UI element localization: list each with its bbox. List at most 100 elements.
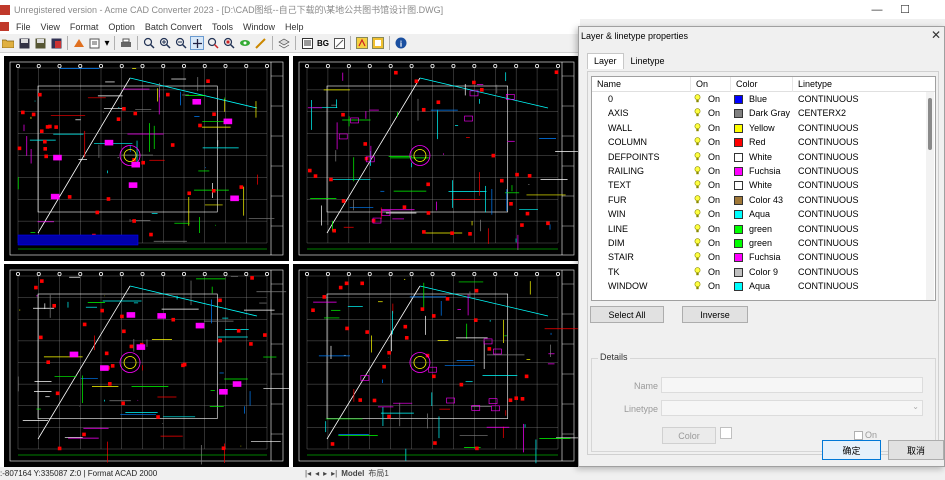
color-swatch[interactable] [734,195,743,205]
table-row[interactable]: STAIR On Fuchsia CONTINUOUS [592,251,927,265]
convert-icon[interactable] [72,36,86,50]
layer-list[interactable]: Name On Color Linetype 0 On Blue CONTINUOUS… [591,76,936,301]
next-tab-icon[interactable]: ▸ [323,469,327,478]
export-icon[interactable] [49,36,63,50]
lightbulb-icon[interactable] [694,281,701,290]
save-icon[interactable] [17,36,31,50]
lightbulb-icon[interactable] [694,195,701,204]
table-row[interactable]: WINDOW On Aqua CONTINUOUS [592,280,927,294]
color-swatch[interactable] [734,109,743,119]
info-icon[interactable]: i [394,36,408,50]
zoom-window-icon[interactable] [206,36,220,50]
on-checkbox[interactable] [854,431,863,440]
table-row[interactable]: LINE On green CONTINUOUS [592,223,927,237]
name-field[interactable] [661,377,923,393]
linetype-select[interactable]: ⌄ [661,400,923,416]
lightbulb-icon[interactable] [694,166,701,175]
lightbulb-icon[interactable] [694,123,701,132]
table-row[interactable]: TK On Color 9 CONTINUOUS [592,266,927,280]
select-all-button[interactable]: Select All [590,306,664,323]
tab-model[interactable]: Model [341,469,364,478]
maximize-icon[interactable]: ☐ [888,0,922,19]
watermark-icon[interactable] [355,36,369,50]
color-swatch[interactable] [734,239,743,248]
viewport-top-left[interactable] [4,56,289,261]
cancel-button[interactable]: 取消 [888,440,944,460]
lightbulb-icon[interactable] [694,180,701,189]
menu-tools[interactable]: Tools [207,22,238,32]
column-header-color[interactable]: Color [736,79,758,89]
zoom-out-icon[interactable] [174,36,188,50]
pen-icon[interactable] [332,36,346,50]
table-row[interactable]: WIN On Aqua CONTINUOUS [592,208,927,222]
menu-window[interactable]: Window [238,22,280,32]
open-folder-icon[interactable] [1,36,15,50]
menu-format[interactable]: Format [65,22,104,32]
color-swatch[interactable] [734,138,743,148]
viewport-top-right[interactable] [293,56,580,261]
color-swatch[interactable] [734,181,743,191]
color-swatch[interactable] [734,210,743,220]
vertical-scrollbar[interactable] [926,92,934,300]
lightbulb-icon[interactable] [694,94,701,103]
zoom-in-icon[interactable] [158,36,172,50]
table-row[interactable]: WALL On Yellow CONTINUOUS [592,122,927,136]
layers-icon[interactable] [277,36,291,50]
table-row[interactable]: COLUMN On Red CONTINUOUS [592,136,927,150]
background-color-icon[interactable]: BG [316,36,330,50]
menu-batch-convert[interactable]: Batch Convert [140,22,207,32]
view-icon[interactable] [238,36,252,50]
scrollbar-thumb[interactable] [928,98,932,150]
lightbulb-icon[interactable] [694,151,701,161]
table-row[interactable]: AXIS On Dark Gray CENTERX2 [592,107,927,121]
inverse-button[interactable]: Inverse [682,306,748,323]
lightbulb-icon[interactable] [694,137,701,146]
color-swatch[interactable] [734,152,743,162]
color-swatch-preview[interactable] [720,427,732,439]
save-all-icon[interactable] [33,36,47,50]
pan-icon[interactable] [190,36,204,50]
prev-tab-icon[interactable]: ◂ [315,469,319,478]
color-swatch[interactable] [734,123,743,133]
menu-view[interactable]: View [36,22,65,32]
zoom-extents-icon[interactable] [222,36,236,50]
viewport-bottom-right[interactable] [293,264,580,467]
table-row[interactable]: RAILING On Fuchsia CONTINUOUS [592,165,927,179]
ok-button[interactable]: 确定 [822,440,881,460]
color-swatch[interactable] [734,253,743,263]
lightbulb-icon[interactable] [694,238,701,247]
color-swatch[interactable] [734,224,743,234]
color-swatch[interactable] [734,267,743,277]
lightbulb-icon[interactable] [694,209,701,218]
color-swatch[interactable] [734,95,743,104]
menu-option[interactable]: Option [103,22,140,32]
table-row[interactable]: DEFPOINTS On White CONTINUOUS [592,151,927,165]
color-swatch[interactable] [734,282,743,292]
lightbulb-icon[interactable] [694,223,701,233]
first-tab-icon[interactable]: |◂ [305,469,311,478]
properties-icon[interactable] [300,36,314,50]
table-row[interactable]: 0 On Blue CONTINUOUS [592,93,927,107]
column-header-linetype[interactable]: Linetype [798,79,832,89]
table-row[interactable]: TEXT On White CONTINUOUS [592,179,927,193]
close-icon[interactable]: ✕ [931,28,941,42]
tab-layer[interactable]: Layer [587,53,624,69]
color-button[interactable]: Color [662,427,716,444]
tab-layout1[interactable]: 布局1 [368,468,388,479]
measure-icon[interactable] [254,36,268,50]
last-tab-icon[interactable]: ▸| [331,469,337,478]
document-icon[interactable] [0,22,9,31]
column-header-on[interactable]: On [696,79,708,89]
menu-help[interactable]: Help [280,22,309,32]
tab-linetype[interactable]: Linetype [624,53,672,69]
zoom-icon[interactable] [142,36,156,50]
table-row[interactable]: FUR On Color 43 CONTINUOUS [592,194,927,208]
color-swatch[interactable] [734,167,743,176]
batch-icon[interactable] [88,36,102,50]
chevron-down-icon[interactable]: ▾ [104,36,110,50]
lightbulb-icon[interactable] [694,252,701,261]
menu-file[interactable]: File [11,22,36,32]
print-icon[interactable] [119,36,133,50]
drawing-canvas[interactable] [0,53,580,467]
lightbulb-icon[interactable] [694,267,701,276]
